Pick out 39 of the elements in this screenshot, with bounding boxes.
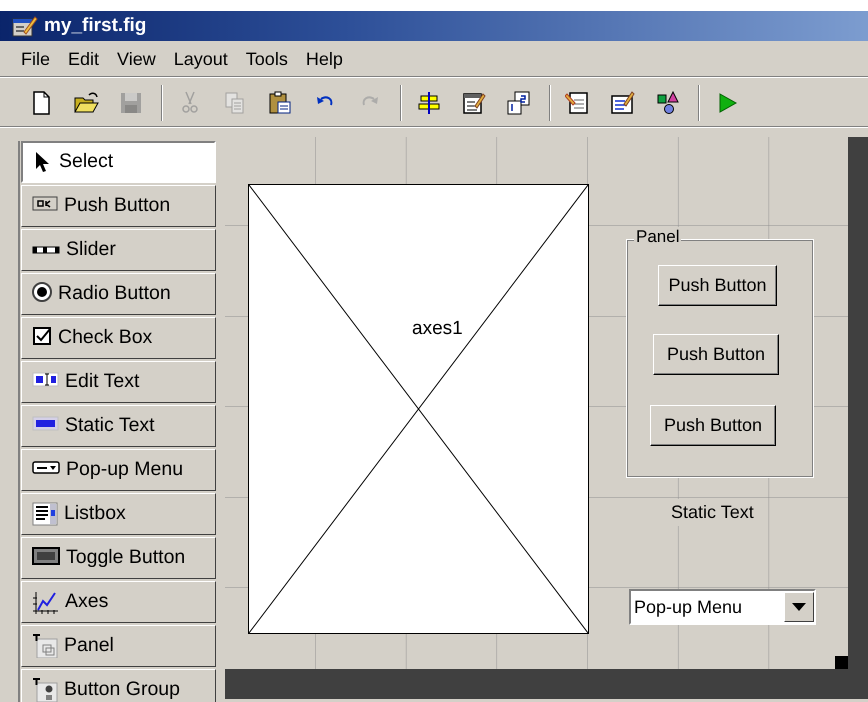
chart-icon [32, 590, 59, 614]
palette-item[interactable]: Edit Text [21, 361, 216, 403]
push-button[interactable]: Push Button [653, 334, 779, 375]
palette-item[interactable]: Listbox [21, 493, 216, 535]
resize-handle[interactable] [835, 656, 848, 669]
palette-item[interactable]: Select [21, 141, 216, 183]
push-button[interactable]: Push Button [650, 405, 776, 446]
palette-item[interactable]: Slider [21, 229, 216, 271]
popup-menu[interactable]: Pop-up Menu [629, 589, 816, 625]
palette-item[interactable]: Radio Button [21, 273, 216, 315]
palette-item[interactable]: Push Button [21, 185, 216, 227]
clipboard-icon[interactable] [267, 90, 293, 116]
menu-item[interactable]: View [108, 46, 165, 70]
panel-icon [32, 634, 58, 658]
numbered-pages-icon[interactable] [506, 90, 532, 116]
palette-item[interactable]: Button Group [21, 669, 216, 702]
slider-icon [32, 246, 60, 254]
menu-item[interactable]: Edit [59, 46, 108, 70]
menu-item[interactable]: Help [296, 46, 352, 70]
palette-item[interactable]: Check Box [21, 317, 216, 359]
palette-item[interactable]: Panel [21, 625, 216, 667]
palette-item[interactable]: Toggle Button [21, 537, 216, 579]
menu-item[interactable]: File [12, 46, 60, 70]
align-icon[interactable] [416, 90, 442, 116]
push-button[interactable]: Push Button [658, 265, 777, 306]
folder-icon[interactable] [73, 90, 99, 116]
list-icon [32, 502, 58, 526]
list-edit-icon[interactable] [610, 90, 636, 116]
palette-item[interactable]: Pop-up Menu [21, 449, 216, 491]
palette-item[interactable]: Axes [21, 581, 216, 623]
window-title: my_first.fig [44, 14, 146, 38]
menu-item[interactable]: Tools [236, 46, 297, 70]
palette-item[interactable]: Static Text [21, 405, 216, 447]
group-icon [32, 678, 58, 702]
pencil-page-icon[interactable] [565, 90, 591, 116]
shapes-icon[interactable] [655, 90, 681, 116]
figure-edit-icon [12, 14, 38, 38]
menu-item[interactable]: Layout [164, 46, 237, 70]
axes-box[interactable]: axes1 [248, 184, 589, 634]
